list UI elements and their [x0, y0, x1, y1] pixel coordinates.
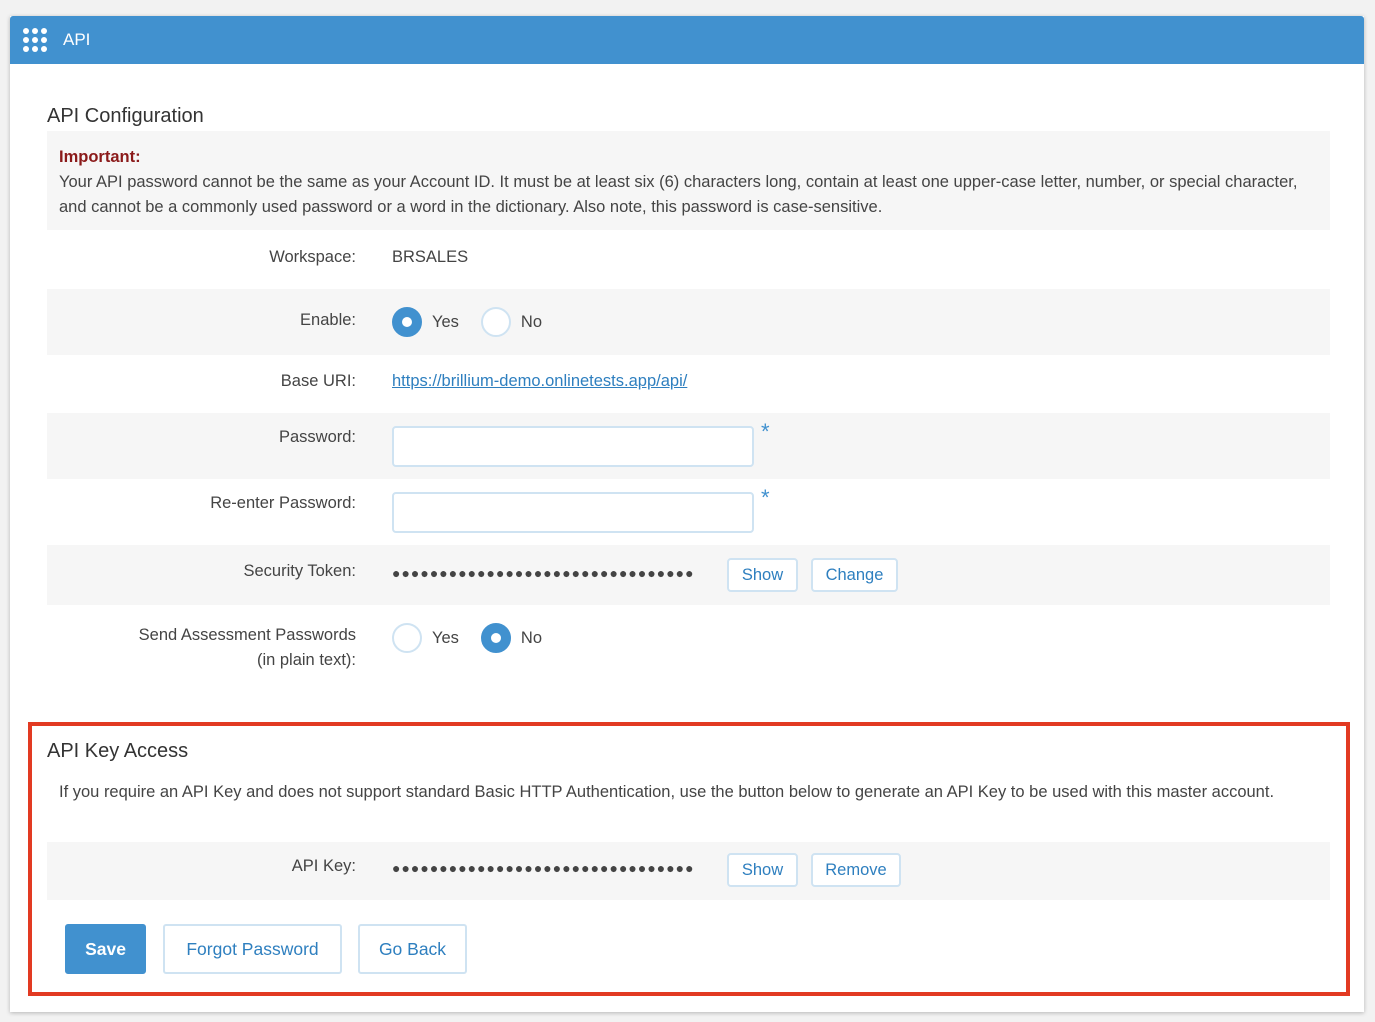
- reenter-password-label: Re-enter Password:: [210, 494, 356, 512]
- send-no-label: No: [520, 628, 543, 647]
- send-passwords-label-line1: Send Assessment Passwords: [138, 626, 356, 644]
- enable-label: Enable:: [300, 311, 356, 329]
- api-key-description: If you require an API Key and does not s…: [59, 783, 1275, 801]
- enable-yes-radio[interactable]: [392, 307, 422, 337]
- enable-no-radio[interactable]: [480, 307, 511, 337]
- panel-title: API: [63, 30, 91, 49]
- workspace-value: BRSALES: [392, 248, 469, 266]
- remove-api-key-button[interactable]: Remove: [811, 853, 901, 887]
- security-token-row: Security Token: ●●●●●●●●●●●●●●●●●●●●●●●●…: [47, 545, 1330, 605]
- password-input[interactable]: [392, 426, 754, 467]
- reenter-password-input[interactable]: [392, 492, 754, 533]
- enable-row: Enable: Yes No: [47, 289, 1330, 355]
- panel-header: API: [10, 16, 1364, 64]
- password-row: Password: *: [47, 413, 1330, 479]
- send-yes-radio[interactable]: [392, 623, 422, 653]
- send-passwords-row: Send Assessment Passwords (in plain text…: [47, 605, 1330, 685]
- send-no-radio[interactable]: [480, 623, 511, 653]
- api-key-masked: ●●●●●●●●●●●●●●●●●●●●●●●●●●●●●●●●: [392, 860, 695, 876]
- show-token-button[interactable]: Show: [727, 558, 798, 592]
- notice-text: Your API password cannot be the same as …: [59, 173, 1298, 216]
- enable-radio-group: Yes No: [392, 307, 564, 337]
- required-marker: *: [761, 419, 770, 444]
- important-notice: Important: Your API password cannot be t…: [47, 131, 1330, 230]
- config-section-title: API Configuration: [47, 105, 204, 127]
- password-label: Password:: [278, 428, 356, 446]
- base-uri-link[interactable]: https://brillium-demo.onlinetests.app/ap…: [392, 369, 687, 394]
- send-passwords-radio-group: Yes No: [392, 623, 564, 653]
- show-api-key-button[interactable]: Show: [727, 853, 798, 887]
- reenter-password-row: Re-enter Password: *: [47, 479, 1330, 545]
- notice-heading: Important:: [59, 148, 141, 166]
- send-passwords-label: Send Assessment Passwords (in plain text…: [56, 623, 356, 673]
- enable-yes-label: Yes: [432, 312, 459, 331]
- grid-menu-icon[interactable]: [23, 28, 47, 52]
- api-key-label: API Key:: [291, 857, 356, 875]
- workspace-label: Workspace:: [269, 248, 356, 266]
- security-token-label: Security Token:: [243, 562, 356, 580]
- api-key-row: API Key: ●●●●●●●●●●●●●●●●●●●●●●●●●●●●●●●…: [47, 842, 1330, 900]
- security-token-masked: ●●●●●●●●●●●●●●●●●●●●●●●●●●●●●●●●: [392, 565, 695, 581]
- api-panel: API API Configuration Important: Your AP…: [10, 16, 1364, 1012]
- api-key-section-title: API Key Access: [47, 740, 189, 762]
- send-passwords-label-line2: (in plain text):: [256, 651, 356, 669]
- send-yes-label: Yes: [432, 628, 459, 647]
- required-marker: *: [761, 485, 770, 510]
- browser-top-strip: [0, 0, 1375, 16]
- forgot-password-button[interactable]: Forgot Password: [163, 924, 342, 974]
- base-uri-label: Base URI:: [280, 372, 356, 390]
- base-uri-row: Base URI: https://brillium-demo.onlinete…: [47, 355, 1330, 413]
- save-button[interactable]: Save: [65, 924, 146, 974]
- enable-no-label: No: [520, 312, 543, 331]
- change-token-button[interactable]: Change: [811, 558, 898, 592]
- workspace-row: Workspace: BRSALES: [47, 230, 1330, 288]
- go-back-button[interactable]: Go Back: [358, 924, 467, 974]
